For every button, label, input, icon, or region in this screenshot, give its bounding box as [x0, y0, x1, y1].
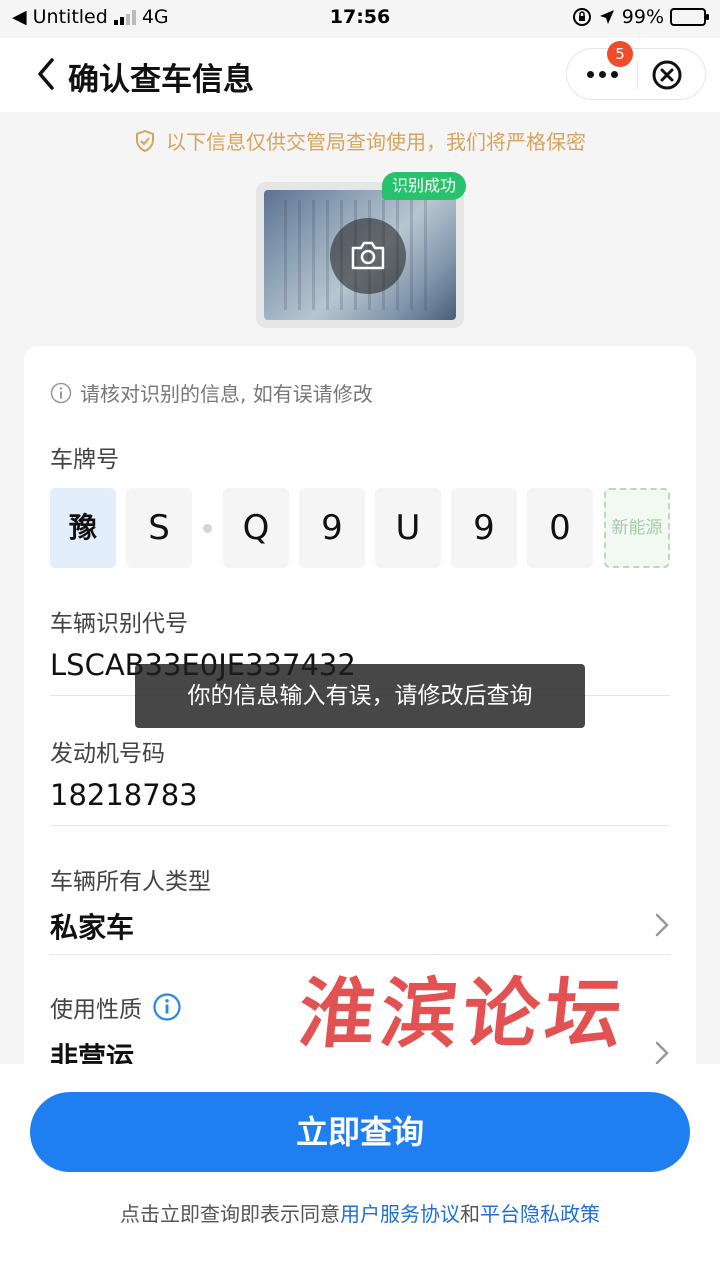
owner-type-chevron-icon[interactable]: [654, 912, 670, 938]
user-agreement-link[interactable]: 用户服务协议: [340, 1202, 460, 1226]
status-right: 99%: [572, 6, 709, 28]
recognition-success-badge: 识别成功: [382, 172, 467, 200]
notification-badge: 5: [607, 41, 633, 67]
agreement-and: 和: [460, 1202, 480, 1226]
more-icon[interactable]: [587, 71, 618, 78]
vin-label: 车辆识别代号: [50, 611, 188, 637]
usage-label-row: 使用性质: [50, 990, 182, 1024]
plate-input: 豫 S Q 9 U 9 0 新能源: [50, 488, 696, 568]
shield-check-icon: [136, 129, 154, 152]
owner-type-label: 车辆所有人类型: [50, 869, 211, 895]
battery-percent: 99%: [621, 6, 664, 28]
plate-char-2[interactable]: S: [126, 488, 192, 568]
capsule-divider: [637, 61, 638, 89]
plate-char-province[interactable]: 豫: [50, 488, 116, 568]
usage-chevron-icon[interactable]: [654, 1040, 670, 1066]
plate-char-4[interactable]: 9: [299, 488, 365, 568]
forum-watermark: 淮滨论坛: [294, 969, 632, 1058]
mini-program-capsule: 5: [566, 41, 706, 100]
agreement-prefix: 点击立即查询即表示同意: [120, 1202, 340, 1226]
battery-icon: [670, 8, 709, 26]
location-icon: [599, 10, 614, 24]
verify-hint-text: 请核对识别的信息, 如有误请修改: [80, 382, 373, 406]
page-title: 确认查车信息: [68, 62, 254, 98]
bottom-action-bar: 立即查询 点击立即查询即表示同意用户服务协议和平台隐私政策: [0, 1064, 720, 1280]
engine-label: 发动机号码: [50, 741, 165, 767]
retake-button[interactable]: [330, 218, 406, 294]
usage-info-icon[interactable]: [152, 992, 182, 1022]
engine-input[interactable]: 18218783: [50, 778, 198, 812]
license-photo[interactable]: [256, 182, 464, 328]
rotation-lock-icon: [572, 8, 591, 26]
query-now-button[interactable]: 立即查询: [30, 1092, 690, 1172]
plate-char-6[interactable]: 9: [451, 488, 517, 568]
engine-divider: [50, 825, 670, 826]
plate-label: 车牌号: [50, 447, 119, 473]
usage-label: 使用性质: [50, 997, 142, 1023]
close-icon[interactable]: [651, 59, 683, 91]
privacy-notice-text: 以下信息仅供交管局查询使用，我们将严格保密: [166, 130, 586, 154]
error-toast: 你的信息输入有误，请修改后查询: [135, 664, 585, 728]
back-chevron-icon[interactable]: [30, 54, 66, 94]
plate-separator-dot: [203, 524, 212, 533]
verify-hint: 请核对识别的信息, 如有误请修改: [50, 378, 373, 407]
owner-type-select[interactable]: 私家车: [50, 906, 134, 946]
agreement-text: 点击立即查询即表示同意用户服务协议和平台隐私政策: [0, 1198, 720, 1227]
info-icon: [50, 382, 72, 403]
plate-new-energy-slot[interactable]: 新能源: [604, 488, 670, 568]
nav-bar: 确认查车信息 5: [0, 38, 720, 112]
privacy-notice: 以下信息仅供交管局查询使用，我们将严格保密: [0, 126, 720, 155]
privacy-policy-link[interactable]: 平台隐私政策: [480, 1202, 600, 1226]
plate-char-7[interactable]: 0: [527, 488, 593, 568]
status-bar: ◀ Untitled 4G 17:56 99%: [0, 0, 720, 38]
license-photo-image: [264, 190, 456, 320]
plate-char-5[interactable]: U: [375, 488, 441, 568]
camera-icon: [351, 241, 385, 270]
plate-char-3[interactable]: Q: [223, 488, 289, 568]
